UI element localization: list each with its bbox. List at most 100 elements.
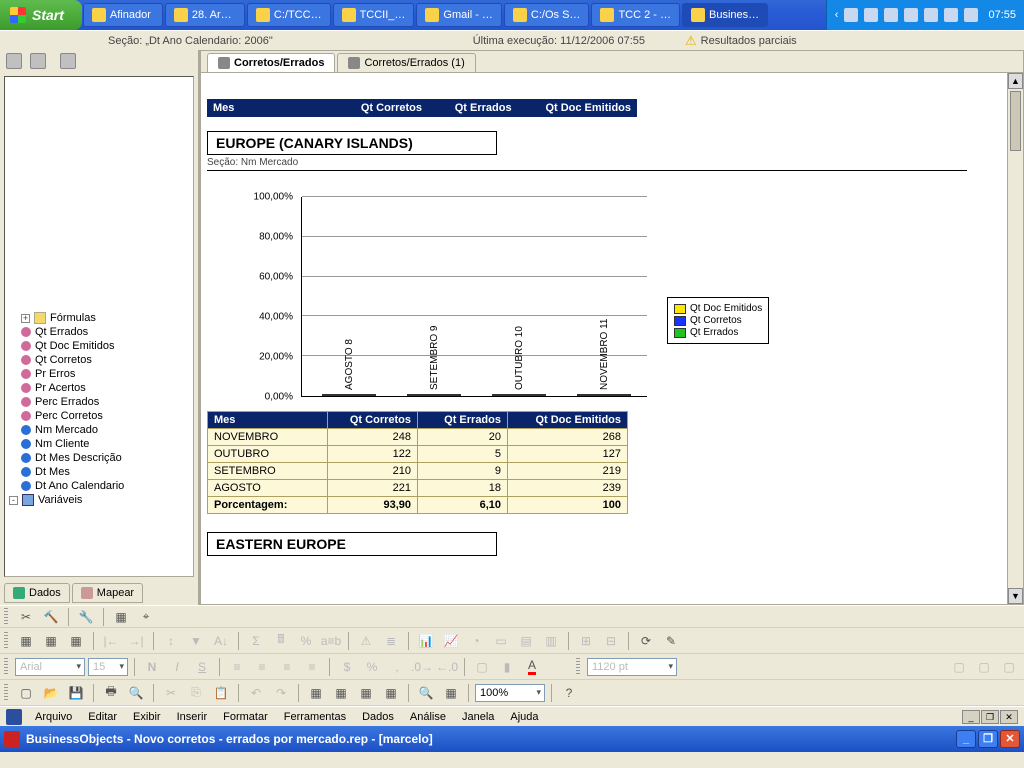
task-item[interactable]: TCC 2 - …: [591, 3, 680, 27]
tree-leaf[interactable]: Nm Cliente: [7, 437, 191, 451]
grip-icon[interactable]: [4, 684, 8, 702]
app-icon: [513, 8, 527, 22]
tray-expand-icon[interactable]: ‹: [835, 9, 839, 21]
tool-icon[interactable]: ⌖: [135, 607, 157, 627]
sidebar-tool-icon[interactable]: [60, 53, 76, 69]
tree-leaf[interactable]: Qt Errados: [7, 325, 191, 339]
tray-icon[interactable]: [964, 8, 978, 22]
tool-icon[interactable]: ▦: [65, 631, 87, 651]
tree-leaf[interactable]: Dt Ano Calendario: [7, 479, 191, 493]
tree-leaf[interactable]: Nm Mercado: [7, 423, 191, 437]
minimize-button[interactable]: _: [956, 730, 976, 748]
vertical-scrollbar[interactable]: ▲ ▼: [1007, 73, 1023, 604]
scroll-up-icon[interactable]: ▲: [1008, 73, 1023, 89]
tray-icon[interactable]: [924, 8, 938, 22]
tree-node-formulas[interactable]: +Fórmulas: [7, 311, 191, 325]
tool-icon[interactable]: ▦: [380, 683, 402, 703]
maximize-button[interactable]: ❐: [978, 730, 998, 748]
tree-leaf[interactable]: Perc Corretos: [7, 409, 191, 423]
sidebar-tool-icon[interactable]: [6, 53, 22, 69]
app-icon: [6, 709, 22, 725]
mdi-restore-icon[interactable]: ❐: [981, 710, 999, 724]
tab-mapear[interactable]: Mapear: [72, 583, 143, 603]
close-button[interactable]: ✕: [1000, 730, 1020, 748]
app-icon: [174, 8, 188, 22]
help-icon[interactable]: ?: [558, 683, 580, 703]
sidebar-tool-icon[interactable]: [30, 53, 46, 69]
tray-icon[interactable]: [844, 8, 858, 22]
report-tab[interactable]: Corretos/Errados (1): [337, 53, 475, 72]
task-item[interactable]: Afinador: [83, 3, 163, 27]
task-item[interactable]: TCCII_…: [333, 3, 415, 27]
tree-leaf[interactable]: Dt Mes Descrição: [7, 451, 191, 465]
tree-leaf[interactable]: Pr Erros: [7, 367, 191, 381]
tool-icon[interactable]: ▦: [440, 683, 462, 703]
task-item[interactable]: C:/TCC…: [247, 3, 331, 27]
find-icon[interactable]: 🔍: [415, 683, 437, 703]
task-item[interactable]: 28. Ar…: [165, 3, 245, 27]
menu-inserir[interactable]: Inserir: [170, 709, 215, 725]
menu-ajuda[interactable]: Ajuda: [503, 709, 545, 725]
app-icon: [256, 8, 270, 22]
grip-icon[interactable]: [4, 608, 8, 626]
tool-icon[interactable]: ▦: [110, 607, 132, 627]
report-body[interactable]: Mes Qt Corretos Qt Errados Qt Doc Emitid…: [201, 73, 1023, 604]
grip-icon[interactable]: [4, 632, 8, 650]
variable-tree[interactable]: +Fórmulas Qt Errados Qt Doc Emitidos Qt …: [4, 76, 194, 577]
tool-icon[interactable]: ▦: [40, 631, 62, 651]
edit-query-icon[interactable]: ✎: [660, 631, 682, 651]
tool-icon[interactable]: ▦: [330, 683, 352, 703]
menu-formatar[interactable]: Formatar: [216, 709, 275, 725]
scroll-down-icon[interactable]: ▼: [1008, 588, 1023, 604]
task-item[interactable]: C:/Os S…: [504, 3, 590, 27]
section-note: Seção: Nm Mercado: [207, 157, 1017, 168]
tray-icon[interactable]: [904, 8, 918, 22]
wrench-icon[interactable]: 🔧: [75, 607, 97, 627]
hammer-icon[interactable]: 🔨: [40, 607, 62, 627]
tree-leaf[interactable]: Qt Doc Emitidos: [7, 339, 191, 353]
tool-icon[interactable]: ▦: [305, 683, 327, 703]
tree-root-variaveis[interactable]: -Variáveis: [7, 493, 191, 507]
menu-exibir[interactable]: Exibir: [126, 709, 168, 725]
tray-icon[interactable]: [944, 8, 958, 22]
tree-leaf[interactable]: Qt Corretos: [7, 353, 191, 367]
calc-icon: 🖩: [270, 631, 292, 651]
tray-icon[interactable]: [884, 8, 898, 22]
tab-dados[interactable]: Dados: [4, 583, 70, 603]
menu-editar[interactable]: Editar: [81, 709, 124, 725]
zoom-combo[interactable]: 100%: [475, 684, 545, 702]
text-color-icon[interactable]: A: [521, 657, 543, 677]
print-icon[interactable]: 🖶: [100, 683, 122, 703]
font-size-combo[interactable]: 15: [88, 658, 128, 676]
tool-icon[interactable]: ▦: [15, 631, 37, 651]
menu-ferramentas[interactable]: Ferramentas: [277, 709, 353, 725]
cut-icon[interactable]: ✂: [15, 607, 37, 627]
scroll-thumb[interactable]: [1010, 91, 1021, 151]
grip-icon[interactable]: [576, 658, 580, 676]
tree-leaf[interactable]: Pr Acertos: [7, 381, 191, 395]
menu-analise[interactable]: Análise: [403, 709, 453, 725]
grip-icon[interactable]: [4, 658, 8, 676]
mdi-close-icon[interactable]: ✕: [1000, 710, 1018, 724]
tray-icon[interactable]: [864, 8, 878, 22]
preview-icon[interactable]: 🔍: [125, 683, 147, 703]
start-button[interactable]: Start: [0, 0, 82, 30]
refresh-icon[interactable]: ⟳: [635, 631, 657, 651]
tool-icon: →|: [125, 631, 147, 651]
tree-leaf[interactable]: Perc Errados: [7, 395, 191, 409]
task-item-active[interactable]: Busines…: [682, 3, 768, 27]
save-icon[interactable]: 💾: [65, 683, 87, 703]
mdi-minimize-icon[interactable]: _: [962, 710, 980, 724]
tool-icon[interactable]: ▦: [355, 683, 377, 703]
sidebar: +Fórmulas Qt Errados Qt Doc Emitidos Qt …: [0, 50, 200, 605]
open-icon[interactable]: 📂: [40, 683, 62, 703]
chart-icon: ◔: [465, 631, 487, 651]
menu-janela[interactable]: Janela: [455, 709, 501, 725]
task-item[interactable]: Gmail - …: [416, 3, 502, 27]
menu-dados[interactable]: Dados: [355, 709, 401, 725]
report-tab[interactable]: Corretos/Errados: [207, 53, 335, 72]
font-combo[interactable]: Arial: [15, 658, 85, 676]
new-icon[interactable]: ▢: [15, 683, 37, 703]
tree-leaf[interactable]: Dt Mes: [7, 465, 191, 479]
menu-arquivo[interactable]: Arquivo: [28, 709, 79, 725]
